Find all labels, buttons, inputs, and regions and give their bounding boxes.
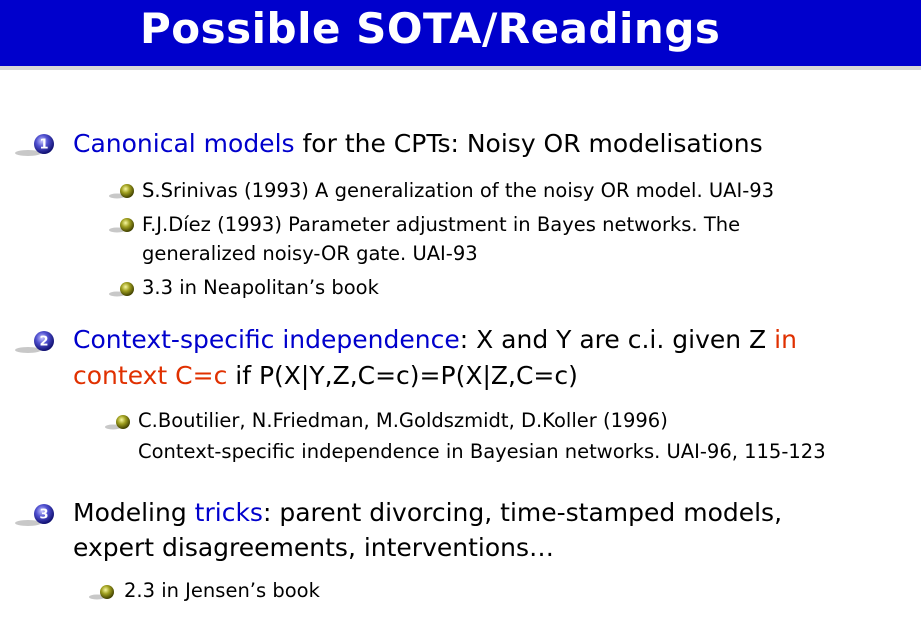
number-bullet-1-icon: 1 bbox=[14, 133, 64, 157]
number-bullet-3-label: 3 bbox=[39, 508, 48, 523]
item-1-text: for the CPTs: Noisy OR modelisations bbox=[294, 129, 763, 158]
item-3-text: : parent divorcing, time-stamped models, bbox=[262, 498, 783, 527]
number-bullet-1-label: 1 bbox=[39, 138, 48, 153]
item-2-line-1: Context-specific independence: X and Y a… bbox=[73, 322, 797, 358]
item-2-highlight: Context-specific independence bbox=[73, 325, 460, 354]
number-bullet-2-label: 2 bbox=[39, 335, 48, 350]
sub-bullet-icon bbox=[88, 583, 118, 601]
item-1-ref-2-cont: generalized noisy-OR gate. UAI-93 bbox=[142, 242, 478, 265]
number-bullet-3-icon: 3 bbox=[14, 503, 64, 527]
item-2-red-in: in bbox=[774, 325, 797, 354]
sub-bullet-icon bbox=[108, 182, 138, 200]
item-2-line-2: context C=c if P(X|Y,Z,C=c)=P(X|Z,C=c) bbox=[73, 358, 578, 394]
item-3-highlight: tricks bbox=[194, 498, 263, 527]
item-1-ref-2: F.J.Díez (1993) Parameter adjustment in … bbox=[142, 213, 741, 236]
slide-title: Possible SOTA/Readings bbox=[140, 4, 721, 53]
sub-bullet-icon bbox=[108, 216, 138, 234]
title-bar: Possible SOTA/Readings bbox=[0, 0, 921, 70]
number-bullet-2-icon: 2 bbox=[14, 330, 64, 354]
item-3-line-2: expert disagreements, interventions… bbox=[73, 533, 555, 562]
item-3-pre: Modeling bbox=[73, 498, 195, 527]
item-1-line-1: Canonical models for the CPTs: Noisy OR … bbox=[73, 126, 763, 162]
item-2-text-2: if P(X|Y,Z,C=c)=P(X|Z,C=c) bbox=[227, 361, 578, 390]
item-2-ref-1-cont: Context-specific independence in Bayesia… bbox=[138, 440, 826, 463]
item-1-ref-1: S.Srinivas (1993) A generalization of th… bbox=[142, 179, 775, 202]
item-1-highlight: Canonical models bbox=[73, 129, 295, 158]
item-2-red-context: context C=c bbox=[73, 361, 228, 390]
item-3-line-1: Modeling tricks: parent divorcing, time-… bbox=[73, 495, 782, 531]
sub-bullet-icon bbox=[104, 413, 134, 431]
item-2-text: : X and Y are c.i. given Z bbox=[459, 325, 775, 354]
item-3-ref-1: 2.3 in Jensen’s book bbox=[124, 579, 320, 602]
item-2-ref-1: C.Boutilier, N.Friedman, M.Goldszmidt, D… bbox=[138, 409, 668, 432]
sub-bullet-icon bbox=[108, 280, 138, 298]
item-1-ref-3: 3.3 in Neapolitan’s book bbox=[142, 276, 379, 299]
